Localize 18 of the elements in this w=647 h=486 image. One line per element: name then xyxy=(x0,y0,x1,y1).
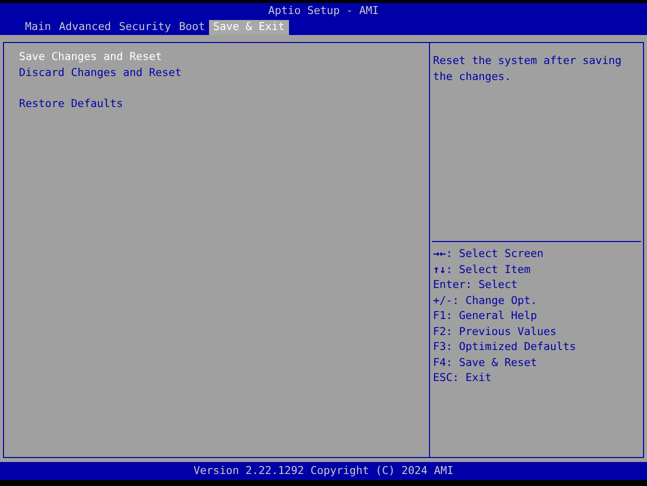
key-hint: F2: Previous Values xyxy=(433,324,557,338)
key-hint: F4: Save & Reset xyxy=(433,356,538,368)
key-hint: →←: Select Screen xyxy=(433,247,544,260)
window-title: Aptio Setup - AMI xyxy=(268,6,379,17)
key-hint: ESC: Exit xyxy=(433,371,492,384)
menu-tab[interactable]: Advanced xyxy=(55,20,116,35)
menu-item[interactable]: Discard Changes and Reset xyxy=(19,68,182,83)
key-hint: ↑↓: Select Item xyxy=(433,262,531,276)
version-copyright-text: Version 2.22.1292 Copyright (C) 2024 AMI xyxy=(193,466,454,476)
key-hint: F3: Optimized Defaults xyxy=(433,340,576,353)
menu-tab[interactable]: Main xyxy=(21,20,56,35)
key-hint: F1: General Help xyxy=(433,309,538,322)
menu-tab[interactable]: Boot xyxy=(175,20,210,35)
key-hint: +/-: Change Opt. xyxy=(433,294,538,306)
menu-tab[interactable]: Security xyxy=(115,20,176,35)
help-text: Reset the system after saving the changes. xyxy=(432,53,623,84)
key-hint: Enter: Select xyxy=(433,278,518,291)
menu-item[interactable]: Restore Defaults xyxy=(19,98,124,114)
